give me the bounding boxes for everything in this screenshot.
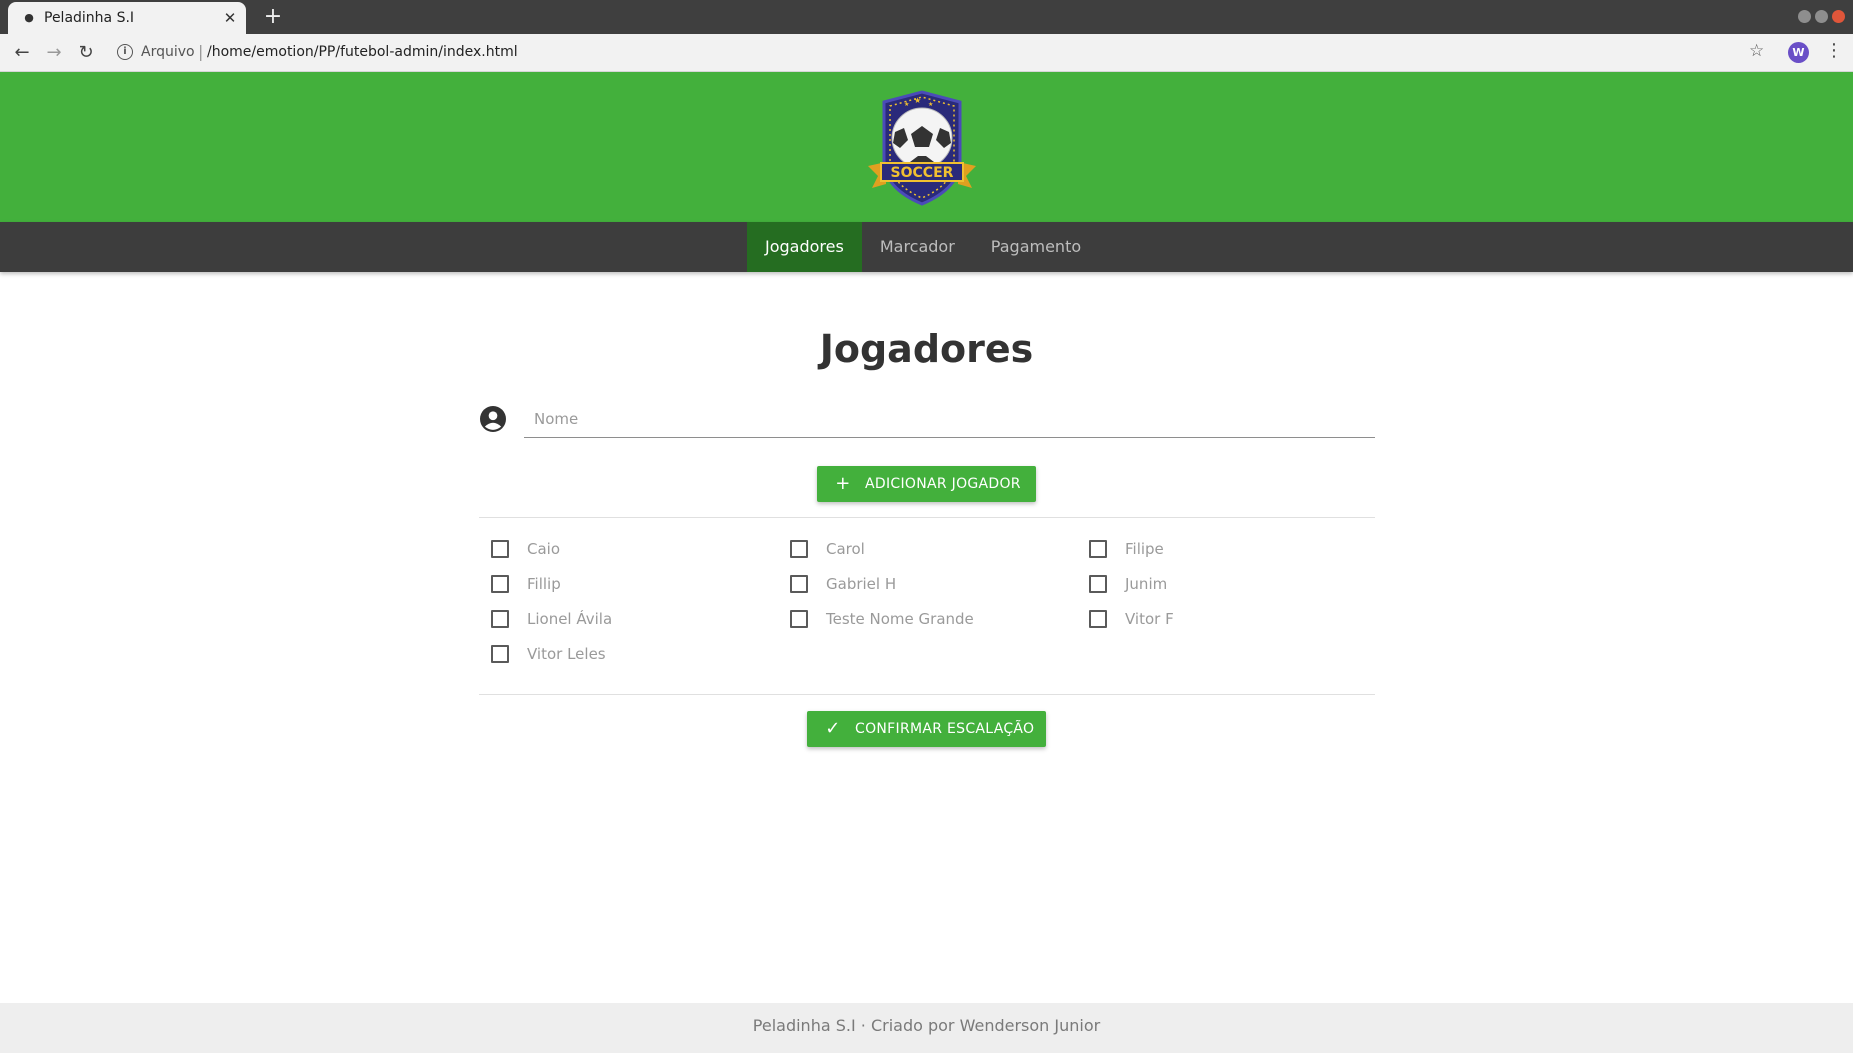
nav-tab-marcador[interactable]: Marcador <box>862 222 973 272</box>
soccer-logo: ★ ★ ★ SOCCER <box>868 90 976 206</box>
player-name: Lionel Ávila <box>527 609 613 628</box>
svg-text:★: ★ <box>914 96 921 105</box>
footer-text: Peladinha S.I · Criado por Wenderson Jun… <box>752 1016 1101 1035</box>
page-favicon-icon: ● <box>24 11 34 24</box>
reload-icon[interactable]: ↻ <box>74 41 98 65</box>
player-checkbox-item[interactable]: Vitor F <box>1077 601 1174 636</box>
confirm-lineup-button[interactable]: ✓ CONFIRMAR ESCALAÇÃO <box>807 711 1046 747</box>
new-tab-icon[interactable]: + <box>260 4 286 30</box>
player-name-input[interactable] <box>524 400 1375 438</box>
player-name: Caio <box>527 539 561 558</box>
back-arrow-icon[interactable]: ← <box>10 41 34 65</box>
player-checkbox-item[interactable]: Carol <box>778 531 865 566</box>
player-name: Vitor Leles <box>527 644 606 663</box>
player-checkbox-item[interactable]: Fillip <box>479 566 561 601</box>
checkbox[interactable] <box>790 574 808 593</box>
footer: Peladinha S.I · Criado por Wenderson Jun… <box>0 1003 1853 1053</box>
checkbox[interactable] <box>491 644 509 663</box>
player-checkbox-item[interactable]: Teste Nome Grande <box>778 601 974 636</box>
nav-tab-jogadores[interactable]: Jogadores <box>747 222 862 272</box>
browser-menu-icon[interactable]: ⋮ <box>1825 40 1843 61</box>
browser-toolbar: ← → ↻ i Arquivo | /home/emotion/PP/futeb… <box>0 34 1853 72</box>
site-info-icon[interactable]: i <box>117 44 133 60</box>
divider-top <box>479 517 1375 518</box>
minimize-icon[interactable] <box>1798 10 1811 23</box>
window-controls <box>1798 10 1845 23</box>
checkbox[interactable] <box>491 574 509 593</box>
player-checkbox-item[interactable]: Vitor Leles <box>479 636 606 671</box>
address-protocol: Arquivo <box>141 44 195 60</box>
add-player-label: ADICIONAR JOGADOR <box>865 476 1021 492</box>
header-banner: ★ ★ ★ SOCCER <box>0 72 1853 222</box>
player-name: Gabriel H <box>826 574 897 593</box>
player-checkbox-item[interactable]: Caio <box>479 531 560 566</box>
player-checkbox-item[interactable]: Filipe <box>1077 531 1164 566</box>
maximize-icon[interactable] <box>1815 10 1828 23</box>
plus-icon: + <box>835 473 851 494</box>
profile-avatar[interactable]: W <box>1788 42 1809 63</box>
player-name: Teste Nome Grande <box>826 609 974 628</box>
page: ★ ★ ★ SOCCER Jogadores Marcador Pagament… <box>0 72 1853 1053</box>
player-name: Vitor F <box>1125 609 1174 628</box>
checkbox[interactable] <box>491 539 509 558</box>
add-player-button[interactable]: + ADICIONAR JOGADOR <box>817 466 1036 502</box>
main-nav: Jogadores Marcador Pagamento <box>0 222 1853 272</box>
check-icon: ✓ <box>825 718 841 739</box>
checkbox[interactable] <box>1089 609 1107 628</box>
player-name: Filipe <box>1125 539 1164 558</box>
checkbox[interactable] <box>1089 574 1107 593</box>
svg-text:★: ★ <box>904 101 909 108</box>
checkbox[interactable] <box>790 539 808 558</box>
forward-arrow-icon[interactable]: → <box>42 41 66 65</box>
page-title: Jogadores <box>819 327 1034 371</box>
window-close-icon[interactable] <box>1832 10 1845 23</box>
tab-close-icon[interactable]: ✕ <box>220 8 240 28</box>
browser-tabbar: ● Peladinha S.I ✕ + <box>0 0 1853 34</box>
nav-tab-pagamento[interactable]: Pagamento <box>973 222 1099 272</box>
svg-text:★: ★ <box>928 101 933 108</box>
divider-bottom <box>479 694 1375 695</box>
player-name: Carol <box>826 539 865 558</box>
account-circle-icon <box>480 406 506 432</box>
checkbox[interactable] <box>1089 539 1107 558</box>
address-url[interactable]: /home/emotion/PP/futebol-admin/index.htm… <box>207 44 518 60</box>
tab-title: Peladinha S.I <box>44 10 135 26</box>
player-name: Junim <box>1125 574 1168 593</box>
bookmark-star-icon[interactable]: ☆ <box>1749 41 1764 61</box>
player-checkbox-item[interactable]: Lionel Ávila <box>479 601 612 636</box>
confirm-lineup-label: CONFIRMAR ESCALAÇÃO <box>855 721 1035 737</box>
player-checkbox-item[interactable]: Gabriel H <box>778 566 896 601</box>
address-separator: | <box>198 42 204 61</box>
logo-text: SOCCER <box>891 165 954 181</box>
checkbox[interactable] <box>491 609 509 628</box>
browser-tab[interactable]: ● Peladinha S.I ✕ <box>8 2 246 34</box>
checkbox[interactable] <box>790 609 808 628</box>
player-checkbox-item[interactable]: Junim <box>1077 566 1167 601</box>
player-name: Fillip <box>527 574 561 593</box>
